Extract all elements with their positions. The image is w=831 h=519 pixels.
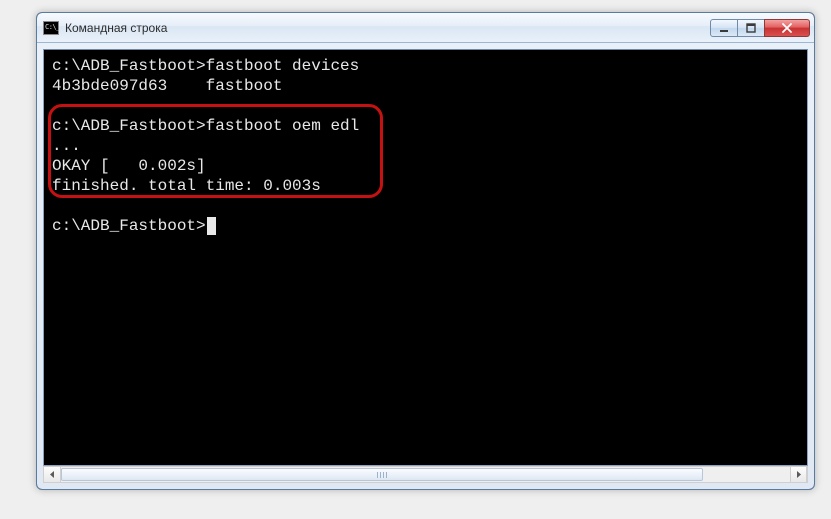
window-controls: [711, 19, 810, 37]
command-text: fastboot devices: [206, 57, 360, 75]
output-line: finished. total time: 0.003s: [52, 177, 321, 195]
scroll-left-button[interactable]: [44, 467, 61, 482]
titlebar[interactable]: Командная строка: [37, 13, 814, 43]
command-prompt-window: Командная строка c:\ADB_Fastboot>fastboo…: [36, 12, 815, 490]
scroll-thumb[interactable]: [61, 468, 703, 481]
horizontal-scrollbar[interactable]: [43, 466, 808, 483]
maximize-button[interactable]: [737, 19, 765, 37]
terminal-output[interactable]: c:\ADB_Fastboot>fastboot devices 4b3bde0…: [44, 50, 807, 465]
terminal-viewport[interactable]: c:\ADB_Fastboot>fastboot devices 4b3bde0…: [43, 49, 808, 466]
output-line: ...: [52, 137, 81, 155]
prompt: c:\ADB_Fastboot>: [52, 57, 206, 75]
minimize-button[interactable]: [710, 19, 738, 37]
command-text: fastboot oem edl: [206, 117, 360, 135]
prompt: c:\ADB_Fastboot>: [52, 117, 206, 135]
window-title: Командная строка: [65, 21, 705, 35]
prompt: c:\ADB_Fastboot>: [52, 217, 206, 235]
client-area: c:\ADB_Fastboot>fastboot devices 4b3bde0…: [37, 43, 814, 489]
cursor: [207, 217, 217, 235]
output-line: OKAY [ 0.002s]: [52, 157, 206, 175]
cmd-icon: [43, 21, 59, 35]
close-button[interactable]: [764, 19, 810, 37]
scroll-right-button[interactable]: [790, 467, 807, 482]
scroll-track[interactable]: [61, 467, 790, 482]
output-line: 4b3bde097d63 fastboot: [52, 77, 282, 95]
